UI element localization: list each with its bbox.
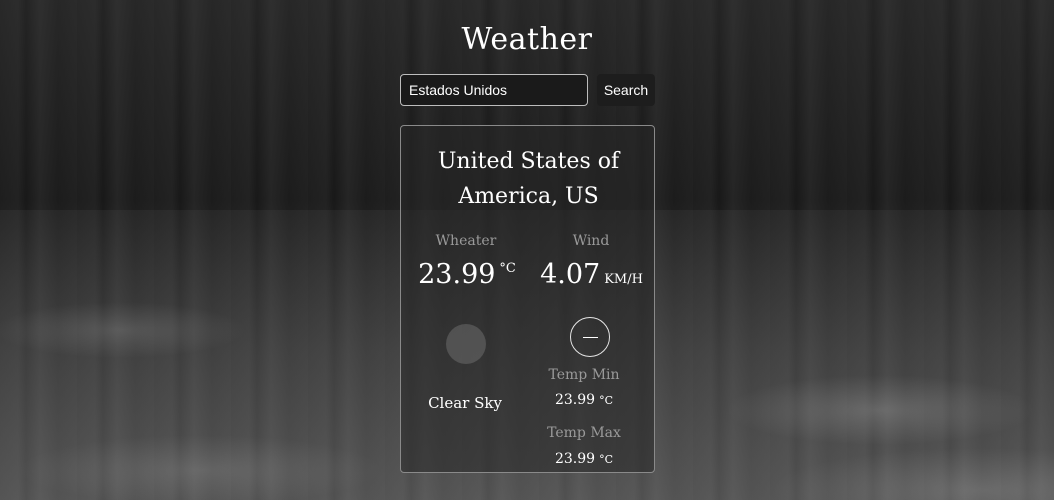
temp-min-value: 23.99 °C	[539, 392, 629, 408]
wind-speed-value: 4.07 KM/H	[529, 259, 654, 290]
wind-speed-number: 4.07	[540, 259, 601, 290]
temp-max-label: Temp Max	[547, 425, 621, 441]
temp-min-number: 23.99	[554, 392, 596, 408]
temperature-value: 23.99 °C	[407, 259, 527, 290]
wind-direction-icon	[570, 317, 610, 357]
location-line-1: United States of	[437, 149, 620, 174]
search-button[interactable]: Search	[597, 74, 655, 106]
app-title: Weather	[461, 22, 593, 57]
temperature-number: 23.99	[418, 259, 496, 290]
location-name: United States of America, US	[401, 144, 656, 214]
weather-label: Wheater	[435, 233, 497, 249]
temp-max-unit: °C	[599, 453, 613, 466]
sun-icon	[446, 324, 486, 364]
wind-label: Wind	[572, 233, 610, 249]
temp-min-label: Temp Min	[548, 367, 620, 383]
temp-min-unit: °C	[599, 394, 613, 407]
location-line-2: America, US	[458, 184, 599, 209]
weather-card: United States of America, US Wheater Win…	[400, 125, 655, 473]
wind-speed-unit: KM/H	[604, 272, 643, 287]
temp-max-value: 23.99 °C	[539, 451, 629, 467]
temperature-unit: °C	[499, 261, 516, 276]
weather-description: Clear Sky	[428, 394, 502, 412]
temp-max-number: 23.99	[554, 451, 596, 467]
search-input[interactable]	[400, 74, 588, 106]
wind-needle	[583, 337, 598, 338]
